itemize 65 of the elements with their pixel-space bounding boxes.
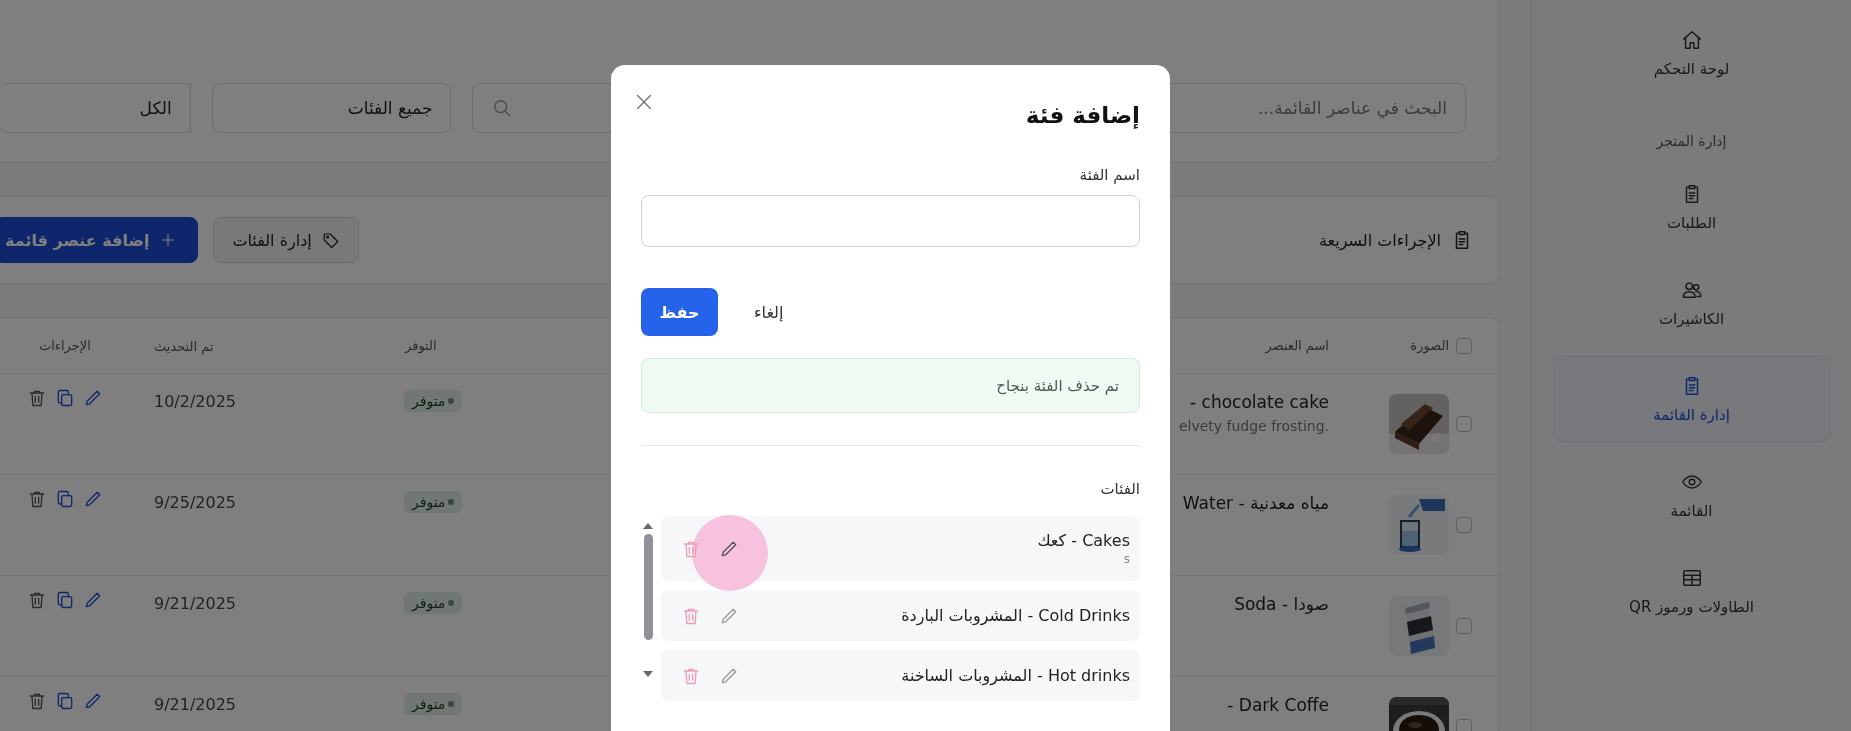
sidebar-item[interactable]: الطلبات (1552, 164, 1831, 250)
trash-icon[interactable] (27, 388, 47, 408)
column-header: اسم العنصر (1265, 338, 1329, 353)
home-icon (1680, 29, 1703, 51)
availability-badge: متوفر (404, 592, 463, 614)
copy-icon[interactable] (55, 590, 75, 610)
date-cell-text: 9/21/2025 (153, 694, 238, 714)
scroll-down-icon[interactable] (642, 670, 654, 678)
availability-badge: متوفر (404, 390, 463, 412)
scrollbar-thumb[interactable] (643, 534, 653, 640)
card-title: الإجراءات السريعة (1318, 230, 1441, 250)
sidebar-item[interactable]: الطاولات ورموز QR (1552, 548, 1831, 634)
column-header: الصورة (1409, 338, 1449, 353)
category-description: s (1122, 552, 1130, 566)
date-cell-text: 10/2/2025 (153, 391, 238, 411)
tag-icon (321, 231, 340, 249)
item-name: - Dark Coffe (1227, 695, 1329, 715)
save-button[interactable]: حفظ (641, 288, 718, 336)
column-header: تم التحديث (154, 339, 214, 354)
category-select[interactable]: جميع الفئات (211, 83, 452, 133)
date-cell-text: 9/21/2025 (153, 593, 238, 613)
status-select[interactable]: الكل (0, 83, 191, 133)
copy-icon[interactable] (55, 489, 75, 509)
field-label: اسم الفئة (1078, 165, 1140, 186)
modal-title: إضافة فئة (1025, 102, 1140, 128)
copy-icon[interactable] (55, 388, 75, 408)
section-heading: الفئات (1099, 479, 1140, 500)
date-cell-text: 9/25/2025 (153, 492, 238, 512)
edit-icon[interactable] (83, 388, 103, 408)
item-name: - chocolate cake (1190, 392, 1329, 412)
trash-icon[interactable] (27, 691, 47, 711)
sidebar-section-title: إدارة المتجر (1655, 132, 1728, 151)
manage-button[interactable]: إدارة الفئات (213, 217, 359, 263)
input-field[interactable] (641, 195, 1140, 247)
table-icon (1680, 567, 1703, 589)
sidebar-item[interactable]: القائمة (1552, 452, 1831, 538)
checkbox[interactable] (1456, 416, 1472, 432)
availability-badge: متوفر (404, 693, 463, 715)
availability-badge: متوفر (404, 491, 463, 513)
edit-icon[interactable] (83, 590, 103, 610)
checkbox[interactable] (1456, 618, 1472, 634)
sidebar-item[interactable]: إدارة القائمة (1552, 356, 1831, 442)
item-name: Water - مياه معدنية (1182, 493, 1329, 513)
checkbox[interactable] (1456, 517, 1472, 533)
users-icon (1680, 279, 1703, 301)
scroll-up-icon[interactable] (642, 522, 654, 530)
item-description: elvety fudge frosting. (1178, 418, 1329, 434)
edit-icon[interactable] (83, 691, 103, 711)
sidebar-item[interactable]: الكاشيرات (1552, 260, 1831, 346)
category-name: Cold Drinks - المشروبات الباردة (901, 606, 1130, 625)
checkbox[interactable] (1456, 719, 1472, 731)
cancel-button[interactable]: إلغاء (742, 288, 796, 336)
success-alert: تم حذف الفئة بنجاح (641, 358, 1140, 413)
sidebar-item[interactable]: لوحة التحكم (1552, 10, 1831, 96)
add-item-button[interactable]: إضافة عنصر قائمة (0, 217, 199, 263)
trash-icon[interactable] (27, 590, 47, 610)
trash-icon[interactable] (27, 489, 47, 509)
column-header: التوفر (405, 338, 437, 353)
item-name: Soda - صودا (1234, 594, 1329, 614)
copy-icon[interactable] (55, 691, 75, 711)
category-name: Hot drinks - المشروبات الساخنة (901, 666, 1130, 685)
edit-icon[interactable] (83, 489, 103, 509)
category-name: Cakes - كعك (1037, 531, 1130, 550)
column-header: الإجراءات (39, 338, 91, 353)
checkbox[interactable] (1456, 337, 1472, 354)
